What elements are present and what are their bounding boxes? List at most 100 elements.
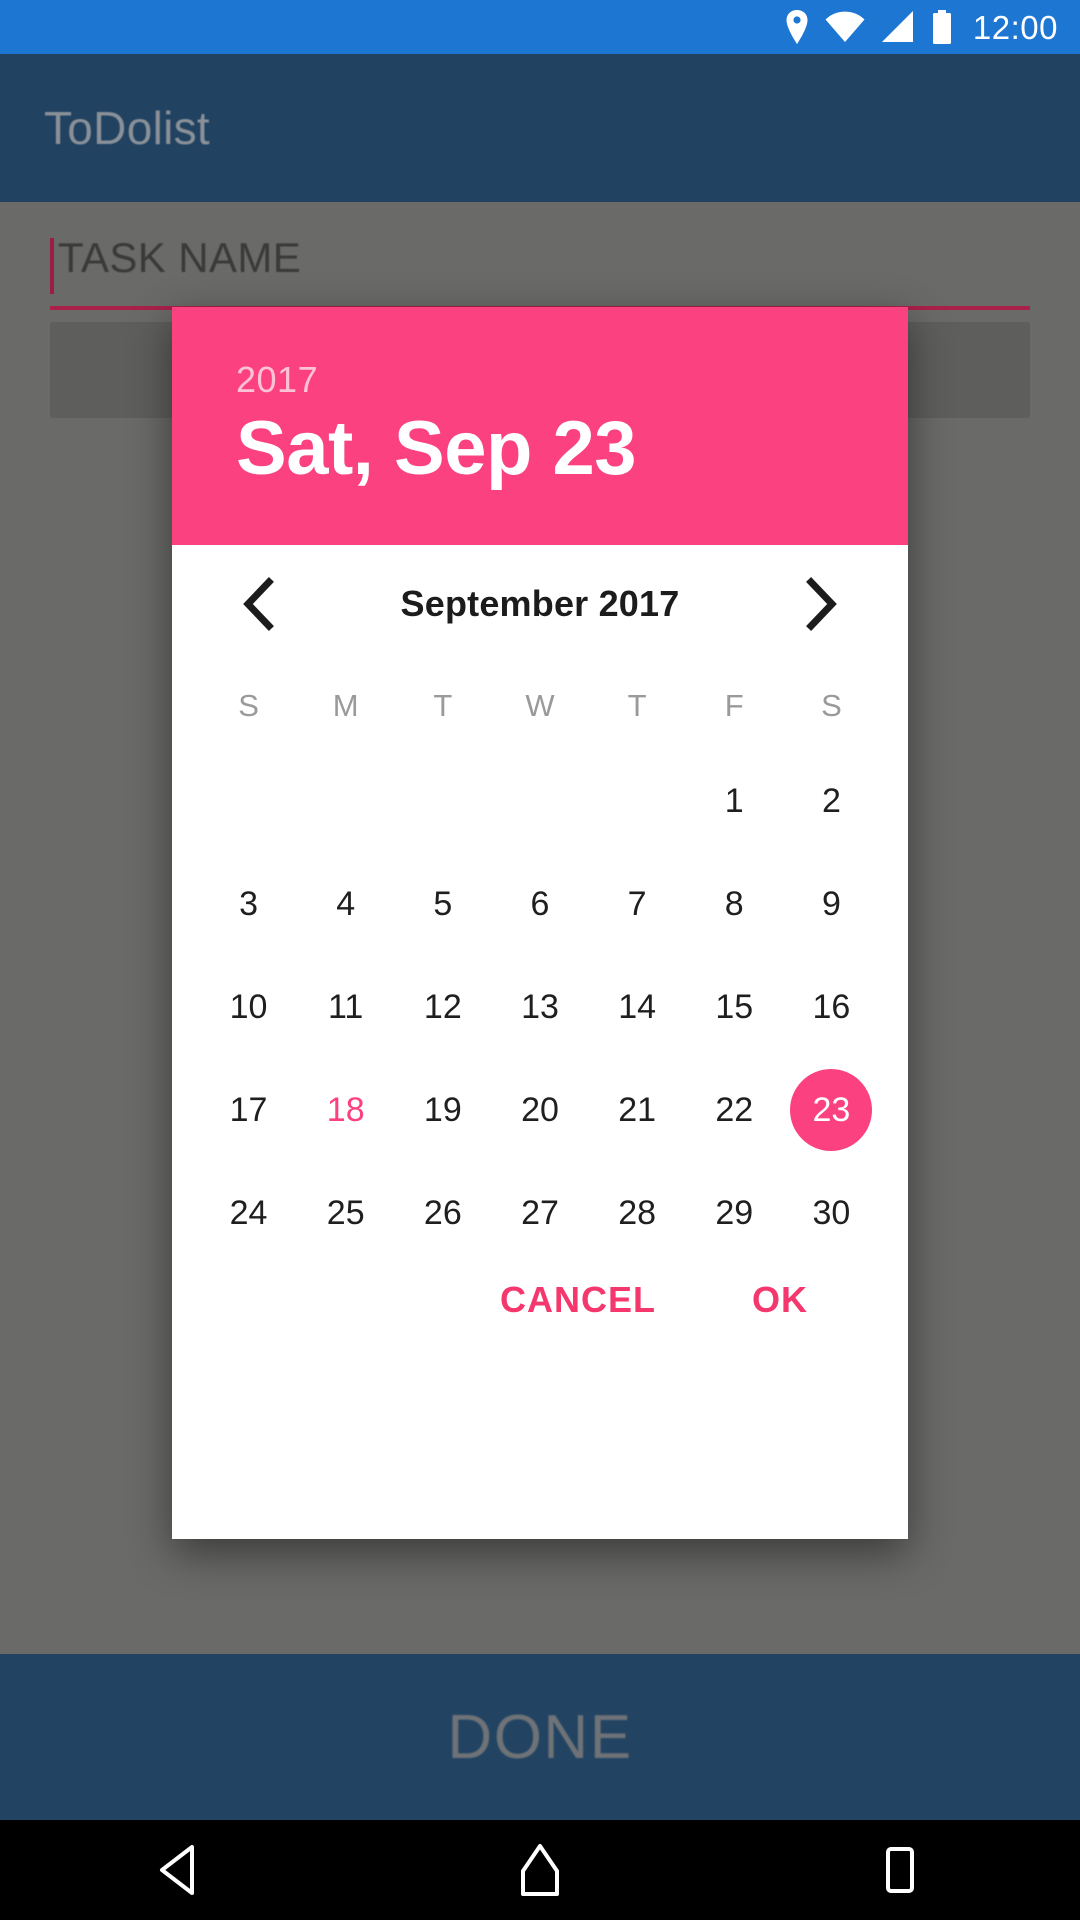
header-year[interactable]: 2017: [236, 359, 844, 401]
location-pin-icon: [785, 10, 809, 44]
calendar-day-cell[interactable]: 19: [394, 1058, 491, 1161]
calendar-empty-cell: [589, 749, 686, 852]
battery-icon: [931, 10, 953, 44]
calendar-day-cell[interactable]: 30: [783, 1161, 880, 1264]
calendar-day-label: 15: [715, 987, 754, 1026]
calendar-day-label: 7: [627, 884, 647, 923]
calendar-day-label: 14: [618, 987, 657, 1026]
weekday-label: M: [332, 688, 359, 723]
calendar-body: September 2017 SMTWTFS 1 2 3 4 5 6 7 8 9 10 11 12 13…: [172, 545, 908, 1539]
calendar-day-cell[interactable]: 1: [686, 749, 783, 852]
calendar-day-cell[interactable]: 5: [394, 852, 491, 955]
calendar-day-cell[interactable]: 21: [589, 1058, 686, 1161]
weekday-label: S: [238, 688, 259, 723]
back-icon[interactable]: [120, 1820, 240, 1920]
calendar-day-label: 16: [812, 987, 851, 1026]
calendar-day-label: 23: [790, 1068, 873, 1151]
calendar-day-label: 9: [821, 884, 841, 923]
weekday-header-row: SMTWTFS: [200, 663, 880, 749]
date-picker-header: 2017 Sat, Sep 23: [172, 307, 908, 545]
calendar-day-label: 27: [521, 1193, 559, 1232]
calendar-day-label: 26: [423, 1193, 462, 1232]
calendar-day-label: 24: [229, 1193, 268, 1232]
app-bar: ToDolist: [0, 54, 1080, 202]
weekday-label: T: [433, 688, 453, 723]
calendar-day-label: 20: [521, 1090, 559, 1129]
calendar-day-label: 2: [821, 781, 841, 820]
calendar-day-label: 4: [336, 884, 356, 923]
text-caret: [50, 238, 54, 294]
calendar-day-label: 22: [715, 1090, 754, 1129]
calendar-day-cell[interactable]: 4: [297, 852, 394, 955]
month-navigation: September 2017: [200, 545, 880, 663]
calendar-day-cell[interactable]: 17: [200, 1058, 297, 1161]
calendar-day-cell[interactable]: 13: [491, 955, 588, 1058]
calendar-day-cell[interactable]: 7: [589, 852, 686, 955]
date-picker-dialog: 2017 Sat, Sep 23 September 2017 SMTWTFS: [172, 307, 908, 1539]
calendar-day-label: 3: [239, 884, 259, 923]
calendar-day-cell[interactable]: 16: [783, 955, 880, 1058]
ok-button[interactable]: OK: [752, 1279, 808, 1321]
previous-month-icon[interactable]: [226, 572, 290, 636]
calendar-day-cell[interactable]: 12: [394, 955, 491, 1058]
calendar-day-cell[interactable]: 23: [783, 1058, 880, 1161]
header-selected-date[interactable]: Sat, Sep 23: [236, 408, 844, 490]
calendar-day-cell[interactable]: 28: [589, 1161, 686, 1264]
calendar-day-cell[interactable]: 25: [297, 1161, 394, 1264]
calendar-empty-cell: [394, 749, 491, 852]
recents-icon[interactable]: [840, 1820, 960, 1920]
calendar-day-cell[interactable]: 11: [297, 955, 394, 1058]
calendar-day-cell[interactable]: 2: [783, 749, 880, 852]
status-bar: 12:00: [0, 0, 1080, 54]
calendar-day-cell[interactable]: 18: [297, 1058, 394, 1161]
calendar-day-label: 6: [530, 884, 550, 923]
calendar-day-label: 25: [326, 1193, 365, 1232]
calendar-day-grid: 1 2 3 4 5 6 7 8 9 10 11 12 13 14 15 16 17 18 19 20 21 22 23 24 2…: [200, 749, 880, 1264]
calendar-day-cell[interactable]: 3: [200, 852, 297, 955]
month-year-label: September 2017: [400, 583, 680, 624]
status-bar-clock: 12:00: [972, 8, 1058, 46]
calendar-day-cell[interactable]: 24: [200, 1161, 297, 1264]
android-nav-bar: [0, 1820, 1080, 1920]
calendar-day-label: 28: [618, 1193, 657, 1232]
app-title: ToDolist: [44, 102, 211, 154]
calendar-empty-cell: [297, 749, 394, 852]
done-button[interactable]: DONE: [0, 1654, 1080, 1820]
calendar-day-label: 21: [618, 1090, 657, 1129]
calendar-day-cell[interactable]: 6: [491, 852, 588, 955]
calendar-day-label: 17: [229, 1090, 268, 1129]
calendar-day-label: 13: [521, 987, 559, 1026]
next-month-icon[interactable]: [790, 572, 854, 636]
task-name-label: TASK NAME: [58, 234, 302, 281]
calendar-day-label: 10: [229, 987, 268, 1026]
done-button-label: DONE: [447, 1702, 633, 1772]
calendar-day-label: 18: [326, 1090, 365, 1129]
weekday-label: F: [724, 688, 744, 723]
weekday-label: S: [821, 688, 842, 723]
task-name-input[interactable]: TASK NAME: [50, 230, 1030, 310]
calendar-day-cell[interactable]: 9: [783, 852, 880, 955]
calendar-day-cell[interactable]: 20: [491, 1058, 588, 1161]
calendar-day-cell[interactable]: 26: [394, 1161, 491, 1264]
calendar-day-cell[interactable]: 15: [686, 955, 783, 1058]
cell-signal-icon: [881, 11, 915, 43]
calendar-day-label: 30: [812, 1193, 851, 1232]
calendar-day-cell[interactable]: 8: [686, 852, 783, 955]
home-icon[interactable]: [480, 1820, 600, 1920]
calendar-day-label: 12: [423, 987, 462, 1026]
calendar-day-cell[interactable]: 10: [200, 955, 297, 1058]
calendar-day-label: 11: [328, 987, 364, 1026]
calendar-day-label: 5: [433, 884, 453, 923]
calendar-day-label: 8: [724, 884, 744, 923]
calendar-day-cell[interactable]: 14: [589, 955, 686, 1058]
weekday-label: W: [525, 688, 555, 723]
calendar-empty-cell: [491, 749, 588, 852]
calendar-empty-cell: [200, 749, 297, 852]
calendar-day-label: 19: [423, 1090, 462, 1129]
weekday-label: T: [627, 688, 647, 723]
phone-screen: ToDolist TASK NAME DONE 2017 Sat, Sep 23: [0, 0, 1080, 1920]
calendar-day-cell[interactable]: 22: [686, 1058, 783, 1161]
calendar-day-cell[interactable]: 29: [686, 1161, 783, 1264]
cancel-button[interactable]: CANCEL: [500, 1279, 656, 1321]
calendar-day-cell[interactable]: 27: [491, 1161, 588, 1264]
